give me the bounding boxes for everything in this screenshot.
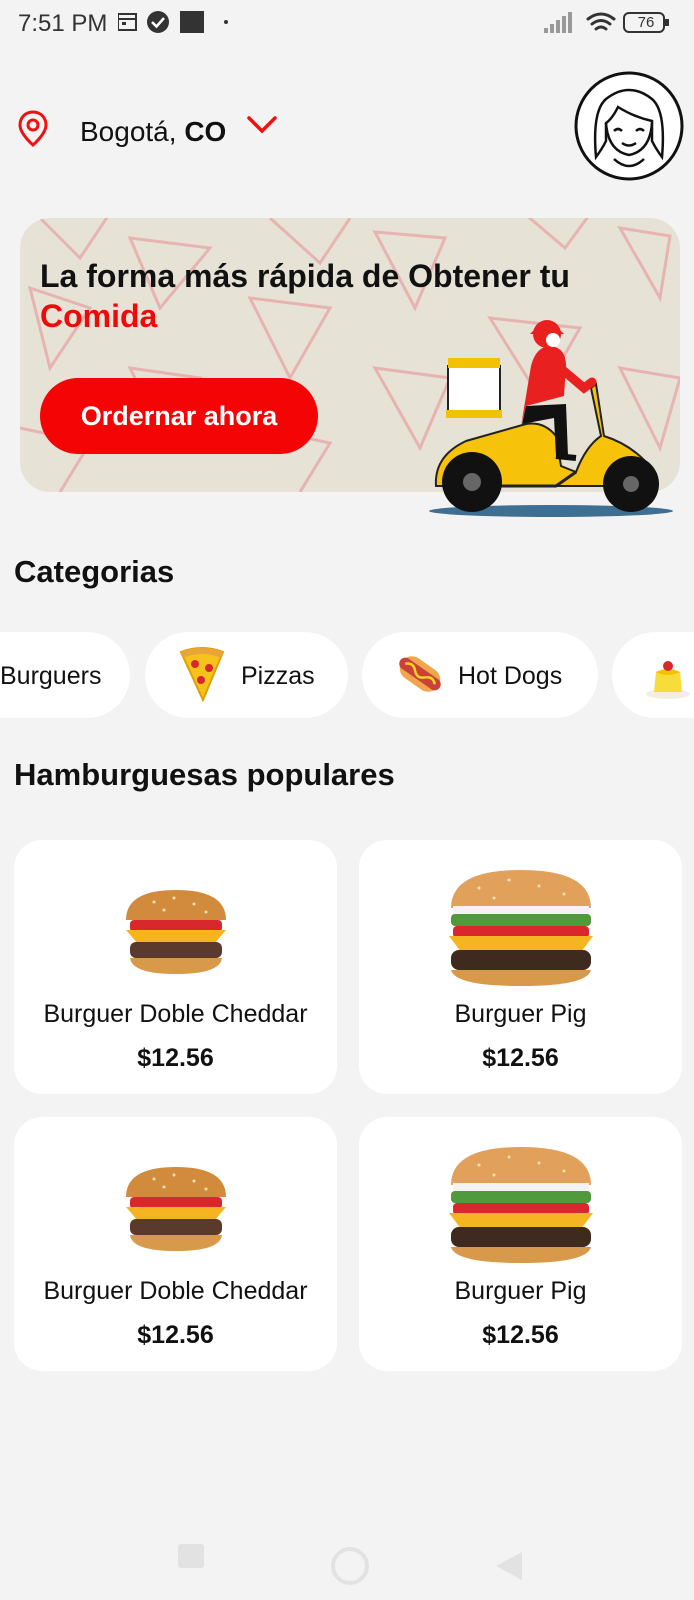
category-chip-burguers[interactable]: Burguers — [0, 632, 130, 718]
product-card[interactable]: Burguer Doble Cheddar $12.56 — [14, 840, 337, 1094]
banner-title-line1: La forma más rápida de Obtener tu — [40, 258, 570, 294]
system-nav-bar — [178, 1544, 522, 1585]
product-price: $12.56 — [137, 1044, 214, 1072]
check-circle-icon — [147, 11, 169, 33]
product-card[interactable]: Burguer Pig $12.56 — [359, 1117, 682, 1371]
status-icons — [118, 11, 228, 33]
wifi-icon — [586, 12, 616, 31]
burger-image — [126, 1167, 226, 1251]
status-time: 7:51 PM — [18, 10, 108, 37]
product-card[interactable]: Burguer Pig $12.56 — [359, 840, 682, 1094]
home-button — [331, 1547, 369, 1585]
signal-icon — [544, 12, 572, 33]
battery-level: 76 — [637, 14, 655, 31]
city-name: Bogotá, — [80, 116, 177, 147]
delivery-scooter-illustration — [429, 320, 673, 517]
product-price: $12.56 — [482, 1044, 559, 1072]
category-label: Burguers — [0, 662, 102, 690]
back-button — [496, 1552, 522, 1580]
burger-image — [449, 1147, 593, 1263]
category-chip-dessert[interactable] — [612, 632, 694, 718]
product-name: Burguer Doble Cheddar — [43, 1000, 308, 1028]
location-pin-icon — [18, 110, 48, 147]
pizza-icon — [179, 647, 225, 702]
category-chip-pizzas[interactable]: Pizzas — [145, 632, 348, 718]
notification-square-icon — [180, 11, 204, 33]
recent-apps-button — [178, 1544, 204, 1568]
dot-icon — [224, 20, 228, 24]
categories-list[interactable]: Burguers Pizzas Hot Dogs — [0, 632, 694, 718]
burger-image — [449, 870, 593, 986]
product-price: $12.56 — [482, 1321, 559, 1349]
product-name: Burguer Pig — [454, 1000, 587, 1028]
product-price: $12.56 — [137, 1321, 214, 1349]
dessert-icon — [646, 661, 690, 699]
product-card[interactable]: Burguer Doble Cheddar $12.56 — [14, 1117, 337, 1371]
banner-title-highlight: Comida — [40, 298, 158, 334]
location-label: Bogotá, CO — [80, 116, 226, 148]
location-selector[interactable]: Bogotá, CO — [18, 106, 318, 154]
category-label: Pizzas — [241, 662, 315, 690]
order-now-button[interactable]: Ordernar ahora — [40, 378, 318, 454]
chevron-down-icon[interactable] — [246, 114, 278, 136]
categories-heading: Categorias — [14, 554, 175, 589]
burger-image — [126, 890, 226, 974]
hotdog-icon — [399, 656, 441, 692]
category-chip-hot-dogs[interactable]: Hot Dogs — [362, 632, 598, 718]
product-name: Burguer Doble Cheddar — [43, 1277, 308, 1305]
country-code: CO — [184, 116, 227, 147]
product-name: Burguer Pig — [454, 1277, 587, 1305]
popular-heading: Hamburguesas populares — [14, 757, 395, 792]
status-bar: 7:51 PM 76 — [0, 0, 694, 48]
calendar-icon — [118, 13, 137, 31]
avatar[interactable] — [574, 71, 684, 181]
category-label: Hot Dogs — [458, 662, 563, 690]
